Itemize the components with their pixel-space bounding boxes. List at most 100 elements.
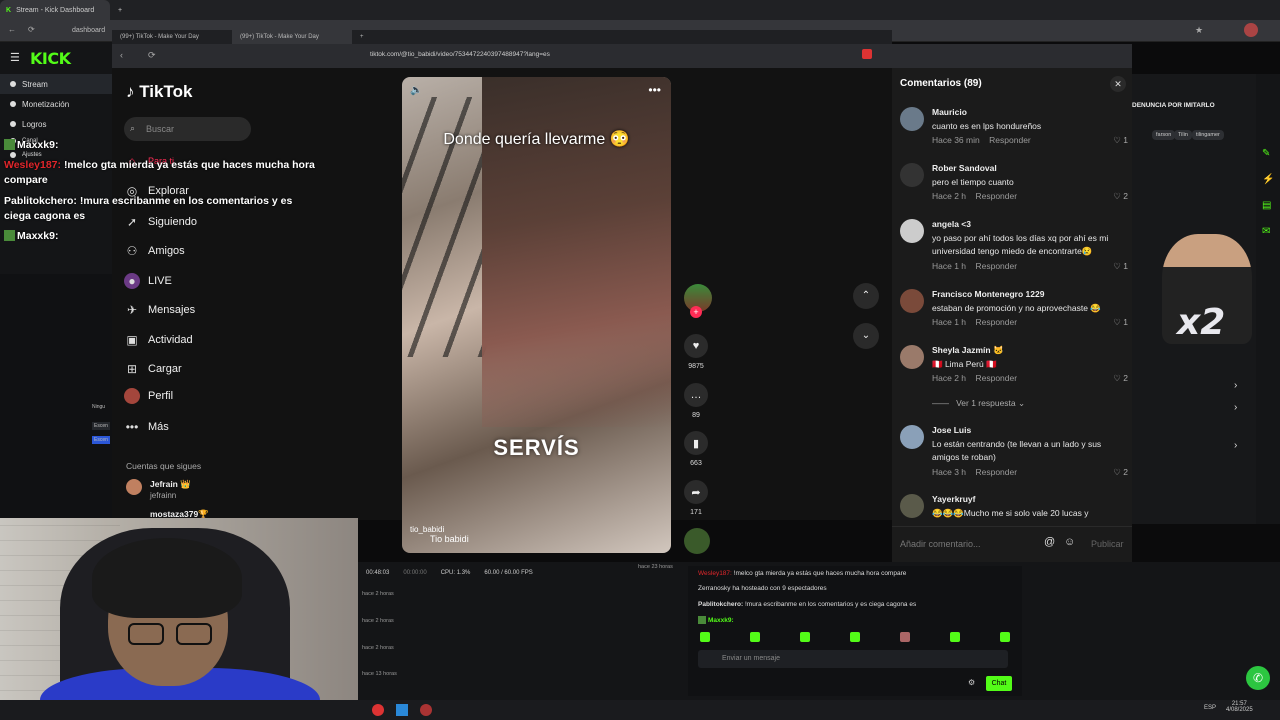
next-video-button[interactable]: ⌄ [853,323,879,349]
music-disc[interactable] [684,528,710,554]
comment-author[interactable]: angela <3 [932,219,971,229]
post-button[interactable]: Publicar [1091,533,1124,555]
stream-tag[interactable]: farson [1152,130,1176,140]
chevron-right-icon[interactable]: › [1234,402,1237,413]
comment-like[interactable]: ♡ 1 [1113,135,1128,146]
avatar[interactable] [900,345,924,369]
reply-button[interactable]: Responder [975,317,1017,327]
search-input[interactable]: Buscar [124,117,251,141]
tool-icon[interactable]: ✎ [1262,148,1270,159]
save-action[interactable]: ▮ 663 [684,431,708,467]
kick-mini-label[interactable]: Escen [92,436,110,444]
emote-icon[interactable] [750,632,760,642]
nav-more[interactable]: ••• Más [124,419,169,435]
avatar[interactable] [900,219,924,243]
nav-friends[interactable]: ⚇ Amigos [124,243,185,259]
author-avatar[interactable]: + [684,284,712,318]
new-tab-icon[interactable]: + [118,7,122,14]
nav-messages[interactable]: ✈ Mensajes [124,302,195,318]
avatar[interactable] [900,107,924,131]
kick-mini-label[interactable]: Escen [92,422,110,430]
more-options-icon[interactable]: ••• [648,83,661,97]
reply-button[interactable]: Responder [989,135,1031,145]
kick-nav-monetizacion[interactable]: Monetización [0,94,112,114]
nav-upload[interactable]: ⊞ Cargar [124,361,182,377]
emote-icon[interactable] [850,632,860,642]
comment-like[interactable]: ♡ 2 [1113,373,1128,384]
chat-input[interactable]: Enviar un mensaje [698,650,1008,668]
comment-like[interactable]: ♡ 2 [1113,191,1128,202]
reload-icon[interactable]: ⟳ [148,50,156,61]
avatar[interactable] [900,425,924,449]
like-action[interactable]: ♥ 9875 [684,334,708,370]
comment-action[interactable]: … 89 [684,383,708,419]
comment-author[interactable]: Sheyla Jazmín 🐱 [932,345,1004,356]
heart-icon[interactable]: ♥ [684,334,708,358]
back-icon[interactable]: ‹ [120,50,123,60]
bookmark-icon[interactable]: ▮ [684,431,708,455]
comment-like[interactable]: ♡ 2 [1113,467,1128,478]
comment-input[interactable]: Añadir comentario... [900,533,1060,555]
new-tab-icon[interactable]: + [360,34,364,40]
back-icon[interactable]: ← [8,25,16,34]
profile-avatar[interactable] [1244,23,1258,37]
view-replies-button[interactable]: —— Ver 1 respuesta ⌄ [932,398,1025,409]
app-icon[interactable] [396,704,408,716]
emote-icon[interactable] [700,632,710,642]
gear-icon[interactable]: ⚙ [968,678,975,687]
video-author[interactable]: tio_babidi Tio babidi [410,525,469,544]
nav-live[interactable]: ● LIVE [124,273,172,289]
reply-button[interactable]: Responder [975,191,1017,201]
app-icon[interactable] [420,704,432,716]
outer-tab[interactable]: K Stream - Kick Dashboard [0,0,110,20]
emote-icon[interactable] [800,632,810,642]
reply-button[interactable]: Responder [975,373,1017,383]
reply-button[interactable]: Responder [975,261,1017,271]
tool-icon[interactable]: ▤ [1262,200,1271,211]
clock[interactable]: 21:57 4/08/2025 [1226,701,1253,713]
avatar[interactable] [126,479,142,495]
stream-tag[interactable]: tilingamer [1192,130,1224,140]
comment-author[interactable]: Jose Luis [932,425,971,435]
reply-button[interactable]: Responder [975,467,1017,477]
nav-profile[interactable]: Perfil [124,388,173,404]
kick-nav-logros[interactable]: Logros [0,114,112,134]
share-icon[interactable]: ➦ [684,480,708,504]
share-action[interactable]: ➦ 171 [684,480,708,516]
emote-icon[interactable] [900,632,910,642]
outer-url[interactable]: dashboard [72,24,105,38]
inner-tab-active[interactable]: (99+) TikTok - Make Your Day [232,30,352,44]
avatar[interactable] [900,494,924,518]
previous-video-button[interactable]: ⌃ [853,283,879,309]
tool-icon[interactable]: ✉ [1262,226,1270,237]
tool-icon[interactable]: ⚡ [1262,174,1274,185]
reload-icon[interactable]: ⟳ [28,25,35,34]
volume-icon[interactable]: 🔈 [410,85,422,96]
emoji-icon[interactable]: ☺ [1064,536,1075,548]
stream-tag[interactable]: Tilin [1174,130,1192,140]
browser-app-icon[interactable] [372,704,384,716]
inner-tab[interactable]: (99+) TikTok - Make Your Day [112,34,232,40]
inner-url[interactable]: tiktok.com/@tio_babidi/video/75344722403… [370,51,550,58]
chevron-right-icon[interactable]: › [1234,440,1237,451]
avatar[interactable] [900,289,924,313]
avatar[interactable] [900,163,924,187]
chat-bubble-icon[interactable]: ✆ [1246,666,1270,690]
comment-author[interactable]: Francisco Montenegro 1229 [932,289,1044,299]
video-player[interactable]: 🔈 ••• Donde quería llevarme 😳 SERVÍS tio… [402,77,671,553]
comment-author[interactable]: Rober Sandoval [932,163,997,173]
chevron-right-icon[interactable]: › [1234,380,1237,391]
close-icon[interactable]: ✕ [1110,76,1126,92]
extension-icon[interactable] [862,49,872,59]
comment-icon[interactable]: … [684,383,708,407]
follow-plus-icon[interactable]: + [690,306,702,318]
chat-send-button[interactable]: Chat [986,676,1012,691]
mention-icon[interactable]: @ [1044,536,1055,548]
comment-like[interactable]: ♡ 1 [1113,317,1128,328]
comment-author[interactable]: Yayerkruyf [932,494,975,504]
tiktok-logo[interactable]: ♪ TikTok [126,82,192,102]
nav-activity[interactable]: ▣ Actividad [124,332,192,348]
emote-icon[interactable] [950,632,960,642]
comment-like[interactable]: ♡ 1 [1113,261,1128,272]
following-name[interactable]: Jefrain 👑 [150,479,191,490]
